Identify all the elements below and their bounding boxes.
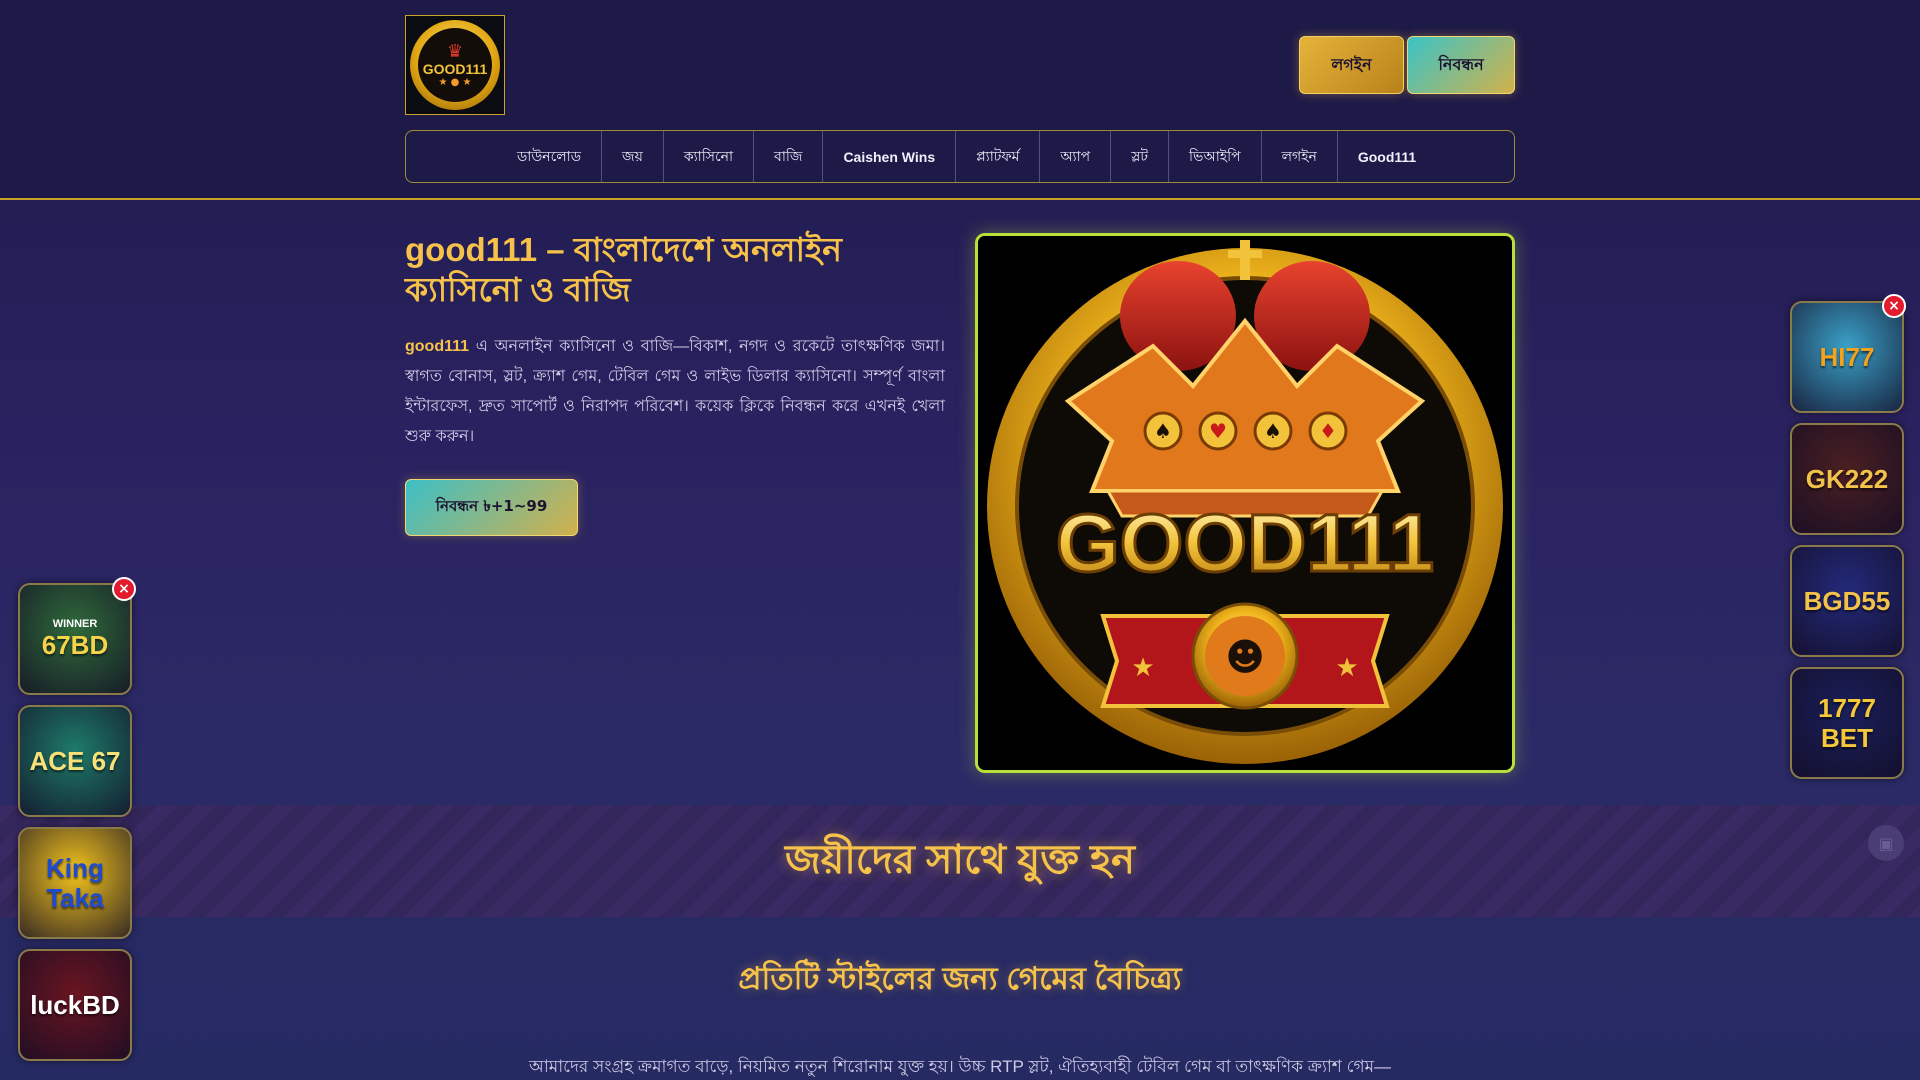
hero-description: good111 এ অনলাইন ক্যাসিনো ও বাজি—বিকাশ, …: [405, 332, 945, 452]
nav-item[interactable]: স্লট: [1111, 131, 1170, 182]
svg-text:♦: ♦: [1319, 419, 1337, 443]
svg-text:♠: ♠: [1154, 419, 1172, 443]
promo-ad-label: HI77: [1819, 342, 1875, 372]
winners-banner: জয়ীদের সাথে যুক্ত হন ▣: [0, 805, 1920, 917]
chest-icon[interactable]: ▣: [1868, 825, 1904, 861]
svg-text:★: ★: [1131, 653, 1154, 683]
crown-icon: ♛: [446, 40, 464, 62]
promo-ad-label: ACE 67: [29, 746, 121, 776]
promo-ad-tile[interactable]: HI77: [1790, 301, 1904, 413]
nav-item[interactable]: ভিআইপি: [1169, 131, 1262, 182]
promo-ad-label: luckBD: [30, 990, 120, 1020]
hero-description-text: এ অনলাইন ক্যাসিনো ও বাজি—বিকাশ, নগদ ও রক…: [405, 338, 945, 445]
nav-item[interactable]: বাজি: [754, 131, 824, 182]
tiger-icon: ★ ● ★: [438, 76, 472, 88]
nav-item[interactable]: অ্যাপ: [1040, 131, 1112, 182]
svg-text:★: ★: [1335, 653, 1358, 683]
hero-logo-image: ♠ ♥ ♠ ♦ GOOD111 ★ ★ ☻: [975, 233, 1515, 773]
promo-ad-tile[interactable]: WINNER 67BD: [18, 583, 132, 695]
nav-item[interactable]: ক্যাসিনো: [664, 131, 755, 182]
svg-text:♥: ♥: [1209, 419, 1227, 443]
nav-item[interactable]: ডাউনলোড: [497, 131, 603, 182]
svg-text:☻: ☻: [1225, 635, 1265, 679]
logo-text: GOOD111: [422, 60, 488, 77]
promo-ad-label: GK222: [1805, 464, 1889, 494]
nav-item[interactable]: Good111: [1338, 131, 1436, 182]
hero-register-button[interactable]: নিবন্ধন ৳+1~99: [405, 479, 578, 536]
svg-text:♠: ♠: [1264, 419, 1282, 443]
section-text: আমাদের সংগ্রহ ক্রমাগত বাড়ে, নিয়মিত নতু…: [528, 1057, 1392, 1076]
nav-item[interactable]: Caishen Wins: [823, 131, 957, 182]
promo-ad-tile[interactable]: luckBD: [18, 949, 132, 1061]
promo-ad-tile[interactable]: GK222: [1790, 423, 1904, 535]
right-ad-column: HI77 GK222 BGD55 1777 BET: [1790, 301, 1904, 789]
promo-ad-sub: WINNER: [52, 618, 98, 630]
nav-item[interactable]: লগইন: [1262, 131, 1338, 182]
promo-ad-label: King Taka: [46, 853, 104, 913]
logo-inner: ♛ GOOD111 ★ ● ★: [418, 28, 492, 102]
banner-title: জয়ীদের সাথে যুক্ত হন: [784, 837, 1135, 882]
nav-item[interactable]: জয়: [602, 131, 664, 182]
register-button[interactable]: নিবন্ধন: [1407, 36, 1515, 94]
logo-badge: ♛ GOOD111 ★ ● ★: [410, 20, 500, 110]
site-header: ♛ GOOD111 ★ ● ★ লগইন নিবন্ধন ডাউনলোড জয় ক…: [0, 0, 1920, 200]
promo-ad-tile[interactable]: BGD55: [1790, 545, 1904, 657]
promo-ad-tile[interactable]: ACE 67: [18, 705, 132, 817]
hero-image-text: GOOD111: [1056, 498, 1434, 589]
left-ad-column: WINNER 67BD ACE 67 King Taka luckBD: [18, 583, 132, 1071]
promo-ad-label: 67BD: [41, 630, 109, 660]
close-left-ads-icon[interactable]: ×: [112, 577, 136, 601]
hero-brand-link[interactable]: good111: [405, 338, 469, 355]
promo-ad-label: 1777 BET: [1818, 693, 1876, 753]
section-title: প্রতিটি স্টাইলের জন্য গেমের বৈচিত্র্য: [738, 961, 1182, 996]
good111-emblem-icon: ♠ ♥ ♠ ♦ GOOD111 ★ ★ ☻: [978, 236, 1512, 770]
close-right-ads-icon[interactable]: ×: [1882, 294, 1906, 318]
promo-ad-tile[interactable]: King Taka: [18, 827, 132, 939]
promo-ad-tile[interactable]: 1777 BET: [1790, 667, 1904, 779]
hero-title: good111 – বাংলাদেশে অনলাইন ক্যাসিনো ও বা…: [405, 231, 842, 308]
login-button[interactable]: লগইন: [1299, 36, 1404, 94]
nav-item[interactable]: প্ল্যাটফর্ম: [956, 131, 1041, 182]
promo-ad-label: BGD55: [1803, 586, 1891, 616]
site-logo[interactable]: ♛ GOOD111 ★ ● ★: [405, 15, 505, 115]
main-nav: ডাউনলোড জয় ক্যাসিনো বাজি Caishen Wins প্ল্যা…: [405, 130, 1515, 183]
